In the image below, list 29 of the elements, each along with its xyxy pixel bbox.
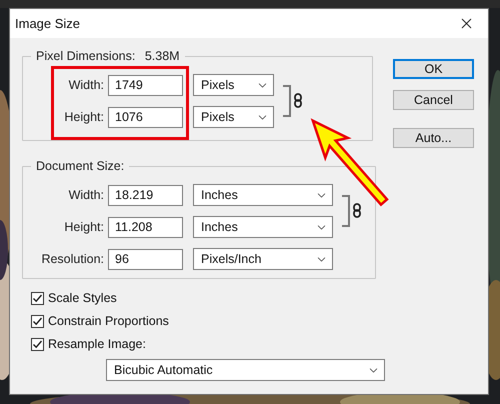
number-field[interactable]: 96 [108,248,183,270]
unit-dropdown[interactable]: Pixels [193,106,274,128]
dialog-button[interactable]: Auto... [393,128,474,148]
dialog-button[interactable]: Cancel [393,90,474,110]
field-label: Width: [68,188,104,202]
resample-dropdown[interactable]: Bicubic Automatic [106,359,385,381]
unit-dropdown[interactable]: Pixels/Inch [193,248,333,270]
unit-dropdown[interactable]: Inches [193,216,333,238]
field-label: Height: [63,110,104,124]
field-label: Width: [68,78,104,92]
unit-dropdown[interactable]: Pixels [193,74,274,96]
dialog-button[interactable]: OK [393,59,474,79]
number-field[interactable]: 1749 [108,74,183,96]
number-field[interactable]: 11.208 [108,216,183,238]
checkbox[interactable] [31,292,44,304]
field-label: Height: [63,220,104,234]
field-label: Resolution: [40,252,104,266]
group-title: Pixel Dimensions: [36,49,136,63]
window-title: Image Size [15,16,80,31]
checkbox-label: Resample Image: [48,337,146,351]
group-title: Document Size: [35,159,126,173]
number-field[interactable]: 18.219 [108,184,183,206]
pixel-size-value: 5.38M [144,49,180,63]
checkbox[interactable] [31,314,44,328]
checkbox-label: Constrain Proportions [48,314,169,328]
checkbox[interactable] [31,338,44,350]
checkbox-label: Scale Styles [48,291,117,305]
unit-dropdown[interactable]: Inches [193,184,333,206]
number-field[interactable]: 1076 [108,106,183,128]
